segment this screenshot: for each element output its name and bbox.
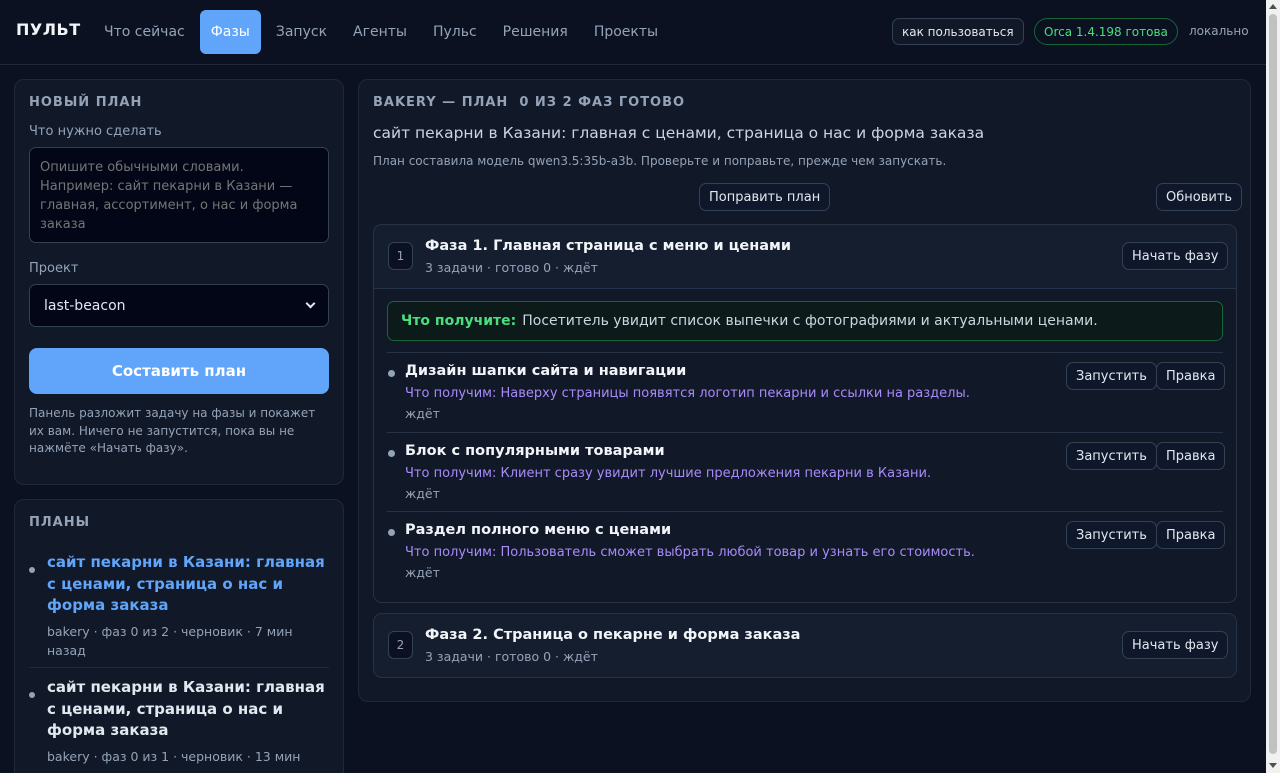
plans-title: ПЛАНЫ <box>29 515 91 530</box>
plan-divider <box>29 667 329 668</box>
task-status: ждёт <box>405 486 440 501</box>
task-outcome: Что получим: Пользователь сможет выбрать… <box>405 545 975 560</box>
task-label: Что нужно сделать <box>29 124 162 139</box>
task-status: ждёт <box>405 565 440 580</box>
scroll-up-icon[interactable] <box>1269 4 1277 9</box>
new-plan-title: НОВЫЙ ПЛАН <box>29 95 143 110</box>
phase-title: Фаза 2. Страница о пекарне и форма заказ… <box>425 627 801 643</box>
edit-task-button[interactable]: Правка <box>1156 362 1226 390</box>
task-input[interactable] <box>29 147 329 243</box>
chevron-down-icon <box>305 298 316 309</box>
task-status: ждёт <box>405 406 440 421</box>
phase-card: 2 Фаза 2. Страница о пекарне и форма зак… <box>373 613 1237 678</box>
compose-plan-button[interactable]: Составить план <box>29 348 329 394</box>
task-row: Блок с популярными товарами Что получим:… <box>387 432 1226 512</box>
task-title: Раздел полного меню с ценами <box>405 522 672 538</box>
run-task-button[interactable]: Запустить <box>1066 521 1157 549</box>
project-select[interactable]: last-beacon <box>29 284 329 327</box>
plan-item-title[interactable]: сайт пекарни в Казани: главная с ценами,… <box>47 552 329 617</box>
bullet-icon <box>388 370 395 377</box>
phase-meta: 3 задачи · готово 0 · ждёт <box>425 649 598 664</box>
plan-item-meta: bakery · фаз 0 из 2 · черновик · 7 мин н… <box>47 623 293 658</box>
edit-task-button[interactable]: Правка <box>1156 521 1226 549</box>
edit-task-button[interactable]: Правка <box>1156 442 1226 470</box>
outcome-text: Посетитель увидит список выпечки с фотог… <box>522 313 1098 329</box>
status-badge: Orca 1.4.198 готова <box>1034 18 1178 45</box>
main-nav: Что сейчас Фазы Запуск Агенты Пульс Реше… <box>91 10 671 54</box>
task-title: Блок с популярными товарами <box>405 443 665 459</box>
refresh-button[interactable]: Обновить <box>1156 183 1243 211</box>
plan-header: BAKERY — ПЛАН 0 ИЗ 2 ФАЗ ГОТОВО <box>373 95 686 110</box>
project-label: Проект <box>29 261 79 276</box>
bullet-icon <box>388 450 395 457</box>
scroll-down-icon[interactable] <box>1269 763 1277 768</box>
nav-item-projects[interactable]: Проекты <box>581 10 671 54</box>
plans-panel: ПЛАНЫ сайт пекарни в Казани: главная с ц… <box>14 499 344 773</box>
nav-item-now[interactable]: Что сейчас <box>91 10 198 54</box>
task-row: Раздел полного меню с ценами Что получим… <box>387 511 1226 591</box>
phase-outcome: Что получите: Посетитель увидит список в… <box>387 301 1223 341</box>
plan-list-item[interactable]: сайт пекарни в Казани: главная с ценами,… <box>29 552 329 660</box>
phase-body: Что получите: Посетитель увидит список в… <box>374 288 1236 602</box>
phase-card: 1 Фаза 1. Главная страница с меню и цена… <box>373 224 1237 603</box>
task-row: Дизайн шапки сайта и навигации Что получ… <box>387 352 1226 432</box>
new-plan-panel: НОВЫЙ ПЛАН Что нужно сделать Проект last… <box>14 79 344 485</box>
mode-label: локально <box>1189 24 1249 38</box>
plan-subtitle: План составила модель qwen3.5:35b-a3b. П… <box>373 154 947 168</box>
task-title: Дизайн шапки сайта и навигации <box>405 363 687 379</box>
plan-list-item[interactable]: сайт пекарни в Казани: главная с ценами,… <box>29 677 329 773</box>
plan-title: сайт пекарни в Казани: главная с ценами,… <box>373 124 985 142</box>
nav-item-agents[interactable]: Агенты <box>340 10 420 54</box>
nav-item-decisions[interactable]: Решения <box>490 10 581 54</box>
plan-detail-panel: BAKERY — ПЛАН 0 ИЗ 2 ФАЗ ГОТОВО сайт пек… <box>358 79 1251 702</box>
top-bar: ПУЛЬТ Что сейчас Фазы Запуск Агенты Пуль… <box>0 0 1266 65</box>
howto-button[interactable]: как пользоваться <box>892 18 1024 45</box>
phase-number: 1 <box>388 242 413 270</box>
nav-item-phases[interactable]: Фазы <box>199 10 261 54</box>
run-task-button[interactable]: Запустить <box>1066 442 1157 470</box>
phase-meta: 3 задачи · готово 0 · ждёт <box>425 260 598 275</box>
scroll-thumb[interactable] <box>1269 14 1277 754</box>
edit-plan-button[interactable]: Поправить план <box>699 183 831 211</box>
page-scrollbar[interactable] <box>1266 0 1280 773</box>
outcome-label: Что получите: <box>401 313 517 329</box>
nav-item-pulse[interactable]: Пульс <box>420 10 490 54</box>
task-outcome: Что получим: Наверху страницы появятся л… <box>405 386 970 401</box>
nav-item-launch[interactable]: Запуск <box>263 10 340 54</box>
plan-item-meta: bakery · фаз 0 из 1 · черновик · 13 мин … <box>47 748 301 773</box>
bullet-icon <box>388 529 395 536</box>
start-phase-button[interactable]: Начать фазу <box>1122 242 1229 270</box>
new-plan-hint: Панель разложит задачу на фазы и покажет… <box>29 406 316 455</box>
run-task-button[interactable]: Запустить <box>1066 362 1157 390</box>
brand-logo: ПУЛЬТ <box>16 20 81 39</box>
bullet-icon <box>29 692 35 698</box>
plan-item-title[interactable]: сайт пекарни в Казани: главная с ценами,… <box>47 677 329 742</box>
task-outcome: Что получим: Клиент сразу увидит лучшие … <box>405 466 932 481</box>
project-select-value: last-beacon <box>44 297 126 314</box>
phase-number: 2 <box>388 631 413 659</box>
phase-title: Фаза 1. Главная страница с меню и ценами <box>425 238 792 254</box>
bullet-icon <box>29 567 35 573</box>
start-phase-button[interactable]: Начать фазу <box>1122 631 1229 659</box>
